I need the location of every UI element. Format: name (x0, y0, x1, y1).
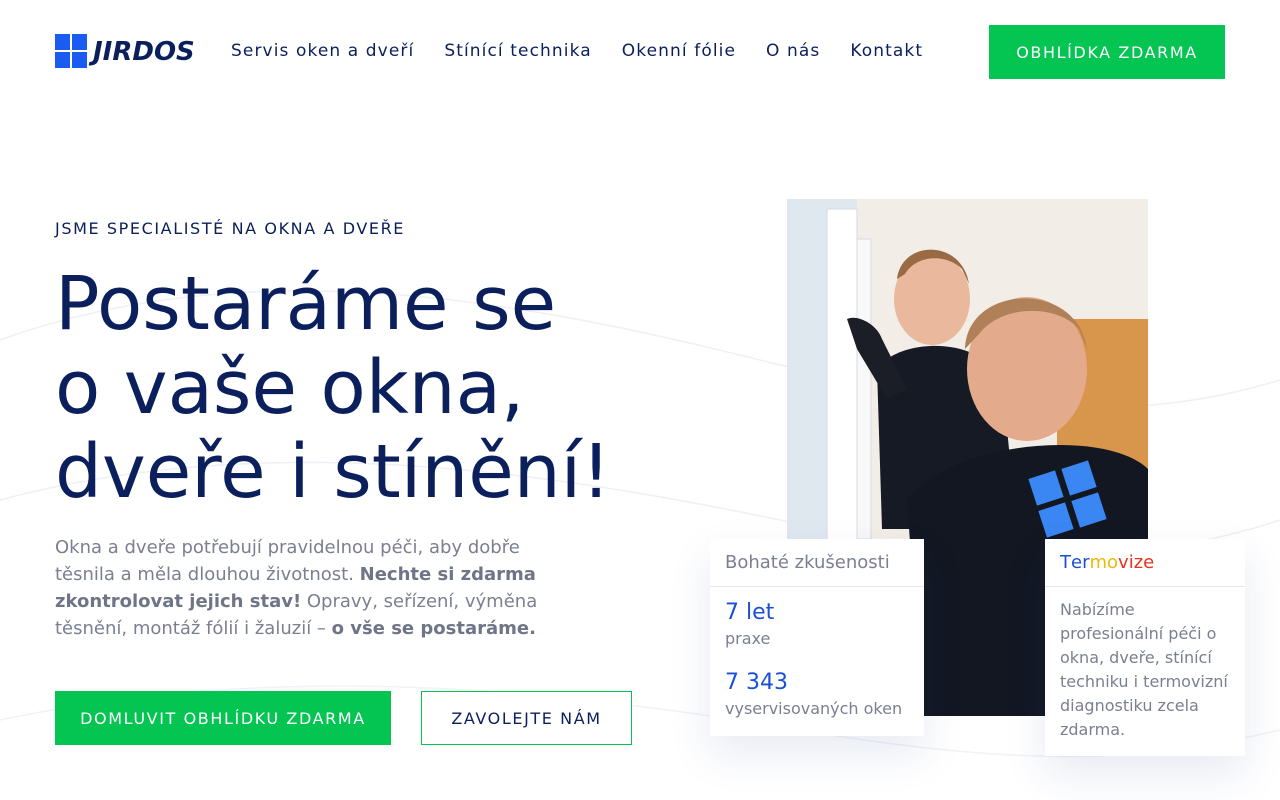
nav-item-servis[interactable]: Servis oken a dveří (231, 40, 414, 62)
header-cta-button[interactable]: OBHLÍDKA ZDARMA (989, 25, 1225, 79)
title-letter: T (1060, 552, 1071, 573)
nav-item-stinici-technika[interactable]: Stínící technika (444, 40, 591, 62)
termovize-card-body: Nabízíme profesionální péči o okna, dveř… (1060, 600, 1228, 739)
title-letter: o (1107, 552, 1119, 573)
logo-text: JIRDOS (93, 37, 195, 67)
stat-years-value: 7 let (725, 600, 775, 625)
title-letter: e (1071, 552, 1083, 573)
stat-years-label: praxe (725, 629, 771, 648)
stat-windows-value: 7 343 (725, 670, 788, 695)
logo[interactable]: JIRDOS (55, 34, 195, 70)
title-letter: v (1118, 552, 1129, 573)
headline-line: Postaráme se (55, 261, 557, 347)
call-us-button[interactable]: ZAVOLEJTE NÁM (421, 691, 632, 745)
title-letter: r (1082, 552, 1090, 573)
experience-card: Bohaté zkušenosti 7 let praxe 7 343 vyse… (710, 539, 924, 736)
main-nav: Servis oken a dveří Stínící technika Oke… (231, 40, 953, 62)
nav-item-okenni-folie[interactable]: Okenní fólie (622, 40, 736, 62)
termovize-card: Termovize Nabízíme profesionální péči o … (1045, 539, 1245, 756)
title-letter: m (1089, 552, 1108, 573)
nav-item-kontakt[interactable]: Kontakt (850, 40, 923, 62)
lead-bold: o vše se postaráme. (331, 618, 536, 639)
headline-line: dveře i stínění! (55, 429, 611, 515)
experience-card-title: Bohaté zkušenosti (710, 539, 924, 587)
hero-eyebrow: JSME SPECIALISTÉ NA OKNA A DVEŘE (55, 219, 406, 238)
stat-windows-label: vyservisovaných oken (725, 699, 903, 718)
nav-item-o-nas[interactable]: O nás (766, 40, 820, 62)
book-inspection-button[interactable]: DOMLUVIT OBHLÍDKU ZDARMA (55, 691, 391, 745)
site-header: JIRDOS Servis oken a dveří Stínící techn… (0, 0, 1280, 104)
termovize-card-title: Termovize (1045, 539, 1245, 587)
hero-headline: Postaráme se o vaše okna, dveře i stíněn… (55, 262, 695, 514)
window-grid-logo-icon (55, 34, 87, 70)
hero-lead: Okna a dveře potřebují pravidelnou péči,… (55, 534, 555, 642)
headline-line: o vaše okna, (55, 345, 525, 431)
title-letter: z (1133, 552, 1144, 573)
title-letter: e (1143, 552, 1155, 573)
